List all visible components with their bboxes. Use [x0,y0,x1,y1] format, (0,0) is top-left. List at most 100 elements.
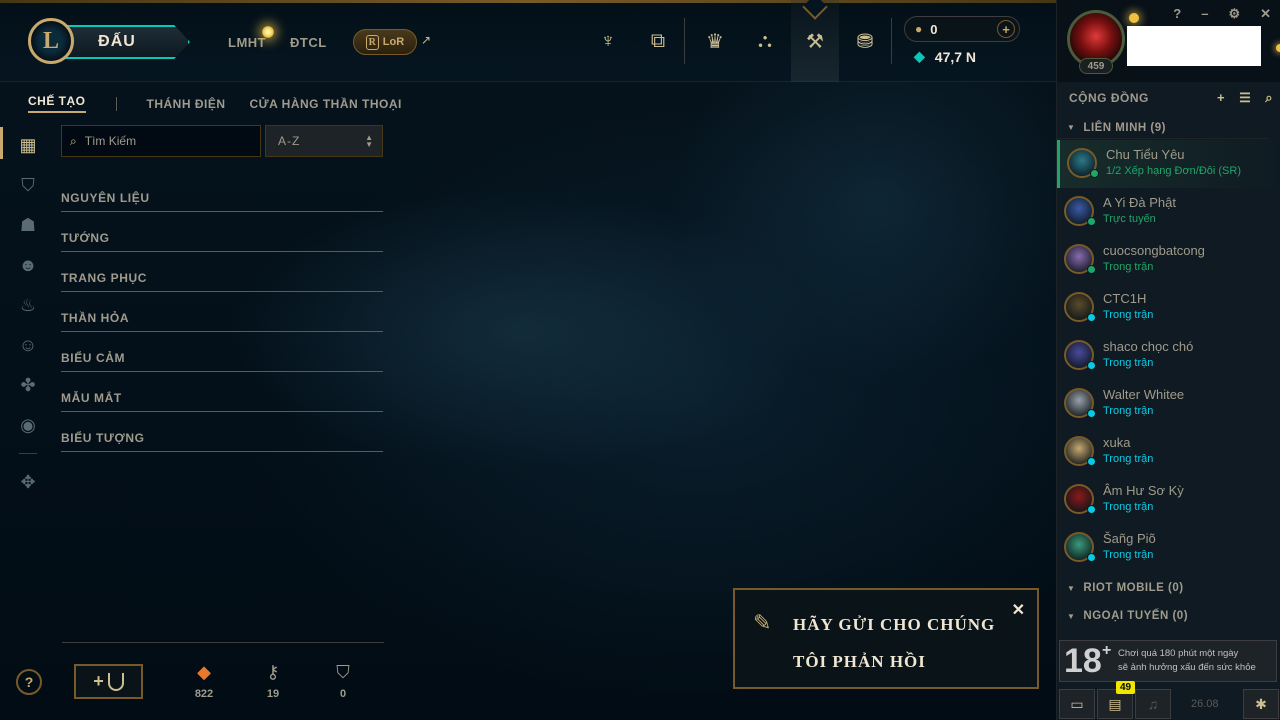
tool-icon-bar: ♆ ⧉ ♛ ⛬ ⚒ ⛃ [584,0,898,82]
age-rating: 18 + [1060,640,1116,682]
feedback-popup[interactable]: ✎ HÃY GỬI CHO CHÚNG TÔI PHẢN HỒI ✕ [733,588,1039,689]
group-league[interactable]: ▼ LIÊN MINH (9) [1057,117,1269,139]
list-view-icon[interactable]: ☰ [1239,90,1251,106]
category-materials[interactable]: NGUYÊN LIỆU [61,172,383,212]
caret-down-icon: ▼ [1067,583,1076,593]
search-icon: ⌕ [70,133,77,148]
crafting-icon[interactable]: ⚒ [791,0,839,82]
social-title: CỘNG ĐỒNG [1069,91,1149,105]
category-sidebar: ▦ ⛉ ☗ ☻ ♨ ☺ ✤ ◉ ✥ [0,125,56,502]
group-riot-mobile[interactable]: ▼ RIOT MOBILE (0) [1057,577,1269,599]
sort-dropdown[interactable]: A-Z ▲ ▼ [265,125,383,157]
key-icon: ⚷ [266,662,280,682]
flame-icon[interactable]: ♨ [0,285,56,325]
edit-icon: ✎ [753,610,772,635]
friend-status: Trong trận [1103,501,1154,513]
help-icon[interactable]: ? [1173,6,1181,22]
sort-arrows-icon: ▲ ▼ [365,133,374,149]
tab-sanctum[interactable]: THÁNH ĐIỆN [147,97,226,111]
close-window-icon[interactable]: ✕ [1260,6,1271,22]
group-offline[interactable]: ▼ NGOẠI TUYẾN (0) [1057,605,1269,627]
friend-row[interactable]: CTC1H Trong trận [1057,284,1280,332]
rp-balance[interactable]: ● 0 + [904,16,1020,42]
tab-crafting[interactable]: CHẾ TẠO [28,94,86,113]
ward-icon: ⛉ [336,662,350,682]
age-number: 18 [1064,642,1102,680]
nav-lol[interactable]: LMHT [228,35,266,50]
friend-row[interactable]: Walter Whitee Trong trận [1057,380,1280,428]
category-ward-skins[interactable]: MẪU MẮT [61,372,383,412]
search-icon[interactable]: ⌕ [1265,90,1273,106]
search-input[interactable]: ⌕ Tìm Kiếm [61,125,261,157]
hextech-icon[interactable]: ✥ [0,462,56,502]
tab-mythic-shop[interactable]: CỬA HÀNG THẦN THOẠI [250,97,402,111]
friend-row[interactable]: A Yi Đà Phật Trực tuyến [1057,188,1280,236]
currency-panel: ● 0 + ◆ 47,7 N [904,16,1020,65]
social-actions: + ☰ ⌕ [1217,90,1273,106]
add-plus-icon: + [93,671,104,691]
microphone-icon: ♫ [1147,696,1159,712]
subnav-divider [115,96,117,111]
rp-icon: ● [915,22,923,36]
caret-down-icon: ▼ [1067,123,1076,132]
voice-button[interactable]: ♫ [1135,689,1171,719]
ward-skin-icon[interactable]: ✤ [0,365,56,405]
add-friend-icon[interactable]: + [1217,90,1225,106]
resource-keys: ⚷ 19 [248,660,298,700]
emote-icon[interactable]: ☺ [0,325,56,365]
friend-name: A Yi Đà Phật [1103,195,1176,210]
nav-tft[interactable]: ĐTCL [290,35,327,50]
grid-icon[interactable]: ▦ [0,125,56,165]
friend-name: Âm Hư Sơ Kỳ [1103,483,1184,498]
helmet-icon[interactable]: ☗ [0,205,56,245]
category-emotes[interactable]: BIỂU CẢM [61,332,383,372]
social-bottom-bar: ▭ ▤ 49 ♫ 26.08 ✱ [1057,681,1280,720]
messages-button[interactable]: ▤ 49 [1097,681,1136,719]
friend-row[interactable]: Šañg Piõ Trong trận [1057,524,1280,572]
friend-status: Trực tuyến [1103,213,1156,225]
chat-button[interactable]: ▭ [1059,689,1095,719]
category-skins[interactable]: TRANG PHỤC [61,252,383,292]
tft-icon[interactable]: ⧉ [634,0,682,82]
status-dot-icon [1087,409,1096,418]
friend-name: shaco chọc chó [1103,339,1194,354]
close-icon[interactable]: ✕ [1012,600,1025,620]
level-badge: 459 [1079,58,1113,74]
chat-icon: ▭ [1070,695,1084,712]
window-controls: ? – ⚙ ✕ [1173,6,1271,22]
category-eternals[interactable]: THẦN HỎA [61,292,383,332]
store-icon[interactable]: ⛃ [841,0,889,82]
add-ward-button[interactable]: + [74,664,143,699]
lor-button[interactable]: R LoR [353,29,417,55]
settings-icon[interactable]: ⚙ [1228,6,1240,22]
friend-row[interactable]: xuka Trong trận [1057,428,1280,476]
play-button[interactable]: ĐẤU [58,25,190,59]
category-champions[interactable]: TƯỚNG [61,212,383,252]
minimize-icon[interactable]: – [1201,6,1208,22]
shield-icon[interactable]: ⛉ [0,165,56,205]
friend-row[interactable]: Âm Hư Sơ Kỳ Trong trận [1057,476,1280,524]
rank-icon[interactable]: ♛ [691,0,739,82]
home-icon[interactable]: ♆ [584,0,632,82]
glow-dot [1276,44,1280,52]
buy-rp-button[interactable]: + [997,20,1015,38]
rp-value: 0 [930,21,938,37]
profile-icon[interactable]: ◉ [0,405,56,445]
profile-header: 459 ? – ⚙ ✕ [1057,0,1280,82]
friend-row[interactable]: shaco chọc chó Trong trận [1057,332,1280,380]
lol-logo-icon[interactable]: L [28,18,74,64]
status-dot-icon [1087,265,1096,274]
inventory-icon[interactable]: ⛬ [741,0,789,82]
friend-row[interactable]: Chu Tiểu Yêu 1/2 Xếp hạng Đơn/Đôi (SR) [1057,140,1280,188]
friend-row[interactable]: cuocsongbatcong Trong trận [1057,236,1280,284]
be-value: 47,7 N [934,48,977,65]
status-dot-icon [1087,457,1096,466]
mask-icon[interactable]: ☻ [0,245,56,285]
notification-dot [1129,13,1139,23]
social-header: CỘNG ĐỒNG + ☰ ⌕ [1057,84,1280,112]
category-icons[interactable]: BIỂU TƯỢNG [61,412,383,452]
bug-report-button[interactable]: ✱ [1243,689,1279,719]
help-button[interactable]: ? [16,669,42,695]
top-navigation-bar: L ĐẤU LMHT ĐTCL R LoR ↗ ♆ ⧉ ♛ ⛬ ⚒ ⛃ ● 0 … [0,0,1056,82]
inventory-glyph: ⛬ [758,29,772,52]
